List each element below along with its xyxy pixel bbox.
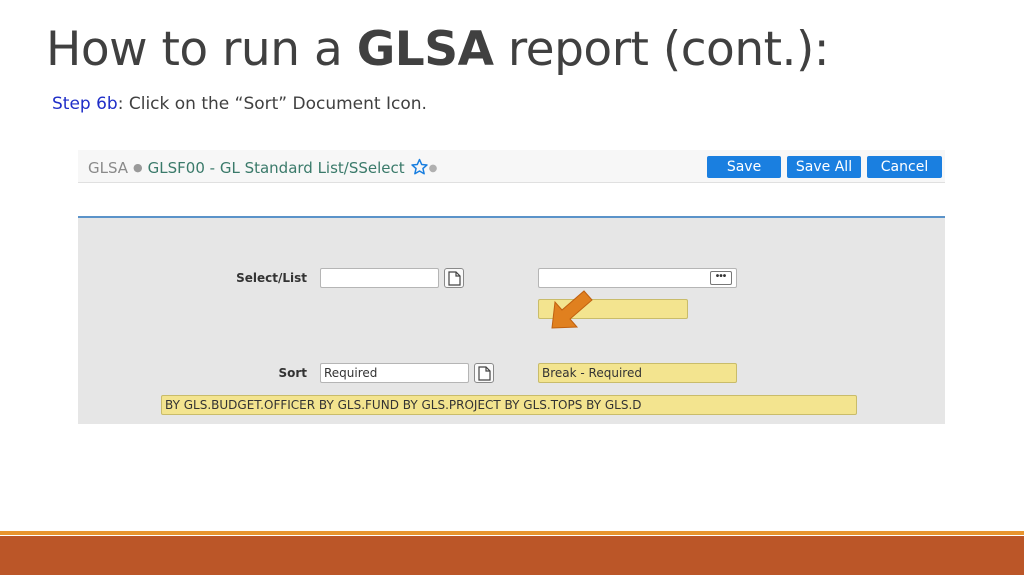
save-all-button[interactable]: Save All bbox=[787, 156, 861, 178]
break-field: Break - Required bbox=[538, 363, 737, 383]
slide-title: How to run a GLSA report (cont.): bbox=[46, 22, 830, 77]
step-instruction: Step 6b: Click on the “Sort” Document Ic… bbox=[52, 94, 427, 114]
select-list-right-input[interactable] bbox=[538, 268, 737, 288]
form-name: GLSF00 - GL Standard List/SSelect bbox=[147, 159, 405, 177]
title-prefix: How to run a bbox=[46, 22, 357, 77]
sort-label: Sort bbox=[278, 366, 307, 380]
app-screenshot: GLSA ● GLSF00 - GL Standard List/SSelect ● … bbox=[78, 150, 945, 424]
form-mnemonic: GLSA bbox=[88, 159, 129, 177]
form-body: Select/List ••• Sort Required Break - Re… bbox=[78, 218, 945, 424]
breadcrumb: GLSA ● GLSF00 - GL Standard List/SSelect ● bbox=[88, 158, 437, 180]
ellipsis-icon[interactable]: ••• bbox=[710, 271, 732, 285]
step-text: : Click on the “Sort” Document Icon. bbox=[117, 94, 427, 114]
document-icon bbox=[478, 366, 491, 381]
star-outline-icon[interactable] bbox=[410, 158, 429, 180]
sort-expression-field: BY GLS.BUDGET.OFFICER BY GLS.FUND BY GLS… bbox=[161, 395, 857, 415]
dot-separator: ● bbox=[133, 161, 143, 174]
sort-document-button[interactable] bbox=[474, 363, 494, 383]
step-label: Step 6b bbox=[52, 94, 118, 114]
dot-separator: ● bbox=[428, 163, 438, 174]
select-list-input[interactable] bbox=[320, 268, 439, 288]
footer-accent-line bbox=[0, 531, 1024, 535]
select-list-description bbox=[538, 299, 688, 319]
document-icon bbox=[448, 271, 461, 286]
save-button[interactable]: Save bbox=[707, 156, 781, 178]
form-header: GLSA ● GLSF00 - GL Standard List/SSelect ● … bbox=[78, 150, 945, 183]
cancel-button[interactable]: Cancel bbox=[867, 156, 942, 178]
select-list-label: Select/List bbox=[236, 271, 307, 285]
title-suffix: report (cont.): bbox=[493, 22, 830, 77]
select-list-document-button[interactable] bbox=[444, 268, 464, 288]
footer-bar bbox=[0, 536, 1024, 575]
sort-input[interactable]: Required bbox=[320, 363, 469, 383]
title-bold: GLSA bbox=[356, 22, 494, 77]
